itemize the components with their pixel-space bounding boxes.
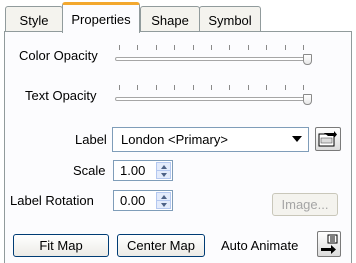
text-opacity-label: Text Opacity [25,88,97,103]
tab-style[interactable]: Style [5,6,63,32]
slider-tick [137,85,139,90]
center-map-button[interactable]: Center Map [117,234,205,257]
image-button-label: Image... [281,197,329,212]
dropdown-arrow-icon[interactable] [292,136,302,142]
slider-ticks [119,85,304,93]
scale-spinner[interactable]: 1.00 [113,160,173,181]
tab-properties-label: Properties [71,11,131,27]
slider-tick [174,45,176,50]
slider-tick [119,45,120,50]
slider-tick [137,45,139,50]
slider-tick [119,85,120,90]
slider-tick [174,85,176,90]
arrow-down-icon [160,202,167,207]
slider-tick [155,45,157,50]
arrow-down-icon [160,172,167,177]
center-map-label: Center Map [127,238,195,253]
slider-tick [211,45,212,50]
label-rotation-value: 0.00 [120,193,146,208]
rotation-increment-button[interactable] [156,192,171,200]
fit-map-button[interactable]: Fit Map [13,234,109,257]
slider-tick [247,85,249,90]
slider-tick [284,45,286,50]
slider-tick [303,45,304,50]
rotation-decrement-button[interactable] [156,200,171,209]
scale-value: 1.00 [120,163,146,178]
slider-tick [303,85,304,90]
label-field-label: Label [75,132,107,147]
slider-tick [284,85,286,90]
label-style-icon [318,131,337,147]
tab-symbol[interactable]: Symbol [199,6,261,32]
arrow-up-icon [160,164,167,169]
slider-tick [192,45,194,50]
auto-animate-label: Auto Animate [221,238,299,253]
color-opacity-label: Color Opacity [19,48,98,63]
text-opacity-slider[interactable] [115,85,315,105]
slider-tick [229,85,231,90]
slider-tick [211,85,212,90]
label-style-button[interactable] [315,127,341,151]
slider-tick [266,45,268,50]
slider-track [115,57,307,61]
auto-animate-button[interactable] [317,231,341,257]
scale-label: Scale [73,163,106,178]
auto-animate-icon [321,234,338,254]
image-button[interactable]: Image... [272,193,338,216]
slider-tick [247,45,249,50]
label-dropdown-value: London <Primary> [121,132,228,147]
color-opacity-slider[interactable] [115,45,315,65]
slider-tick [266,85,268,90]
tab-style-label: Style [19,13,49,28]
slider-tick [229,45,231,50]
tab-shape[interactable]: Shape [140,6,200,32]
scale-increment-button[interactable] [156,162,171,170]
slider-tick [155,85,157,90]
label-dropdown[interactable]: London <Primary> [112,127,309,152]
tab-symbol-label: Symbol [208,13,252,28]
scale-decrement-button[interactable] [156,170,171,179]
arrow-up-icon [160,194,167,199]
label-rotation-label: Label Rotation [10,193,94,208]
tab-shape-label: Shape [151,13,189,28]
tab-properties[interactable]: Properties [62,2,140,33]
slider-track [115,97,307,101]
slider-tick [192,85,194,90]
label-rotation-spinner[interactable]: 0.00 [113,190,173,211]
slider-ticks [119,45,304,53]
slider-thumb[interactable] [303,54,312,65]
fit-map-label: Fit Map [39,238,83,253]
slider-thumb[interactable] [303,94,312,105]
